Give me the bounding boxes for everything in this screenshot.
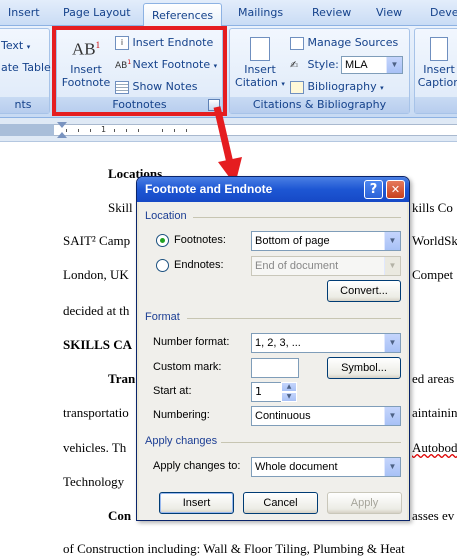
start-at-label: Start at: — [153, 385, 192, 397]
footnotes-label: Footnotes: — [174, 234, 226, 246]
footnote-endnote-dialog: Footnote and Endnote ? ✕ Location Footno… — [136, 176, 410, 521]
numbering-select[interactable]: Continuous ▼ — [251, 406, 401, 426]
update-text-button[interactable]: Text ▾ — [1, 39, 30, 52]
insert-citation-label-1: Insert — [244, 63, 276, 76]
toc-group-label: nts — [0, 97, 49, 113]
spin-up-icon[interactable]: ▲ — [281, 382, 297, 392]
spin-down-icon[interactable]: ▼ — [281, 392, 297, 402]
section-divider — [187, 318, 401, 319]
doc-text: SAIT² Camp — [63, 233, 131, 248]
ruler-margin — [0, 124, 54, 136]
doc-text: Compet — [412, 267, 454, 282]
tab-developer[interactable]: Deve — [430, 6, 457, 26]
tab-page-layout[interactable]: Page Layout — [63, 6, 131, 26]
doc-text: of Construction including: Wall & Floor … — [63, 541, 405, 556]
tab-view[interactable]: View — [376, 6, 402, 26]
red-arrow-icon — [213, 106, 242, 185]
style-picker: ✍ Style: — [290, 58, 339, 71]
chevron-down-icon: ▼ — [384, 458, 400, 476]
endnotes-location-select[interactable]: End of document ▼ — [251, 256, 401, 276]
number-format-select[interactable]: 1, 2, 3, ... ▼ — [251, 333, 401, 353]
symbol-button[interactable]: Symbol... — [327, 357, 401, 379]
apply-to-select[interactable]: Whole document ▼ — [251, 457, 401, 477]
dialog-title-bar[interactable]: Footnote and Endnote ? ✕ — [137, 177, 409, 202]
update-table-button[interactable]: ate Table — [1, 61, 51, 74]
custom-mark-input[interactable] — [251, 358, 299, 378]
apply-changes-section-label: Apply changes — [145, 435, 218, 447]
doc-text: Tran — [108, 371, 136, 386]
insert-caption-label-2: Caption — [417, 76, 457, 89]
hanging-indent-marker[interactable] — [57, 132, 67, 138]
apply-button[interactable]: Apply — [327, 492, 402, 514]
citations-group-label: Citations & Bibliography — [230, 97, 409, 113]
tab-references[interactable]: References — [143, 3, 223, 27]
chevron-down-icon: ▼ — [384, 232, 400, 250]
chevron-down-icon: ▼ — [384, 407, 400, 425]
doc-text: kills Co — [412, 200, 453, 215]
first-line-indent-marker[interactable] — [57, 122, 67, 128]
doc-text: Skill — [108, 200, 133, 215]
tab-review[interactable]: Review — [312, 6, 351, 26]
footnotes-location-select[interactable]: Bottom of page ▼ — [251, 231, 401, 251]
numbering-label: Numbering: — [153, 409, 210, 421]
doc-heading: SKILLS CA — [63, 337, 132, 352]
insert-caption-button[interactable]: Insert Caption — [417, 37, 457, 89]
bibliography-button[interactable]: Bibliography ▾ — [290, 80, 384, 94]
close-button[interactable]: ✕ — [386, 180, 405, 199]
endnotes-radio[interactable] — [156, 259, 169, 272]
doc-text: Technology — [63, 474, 125, 489]
insert-button[interactable]: Insert — [159, 492, 234, 514]
insert-caption-label-1: Insert — [423, 63, 455, 76]
footnotes-radio[interactable] — [156, 234, 169, 247]
manage-sources-icon — [290, 36, 304, 50]
section-divider — [221, 442, 401, 443]
tab-insert[interactable]: Insert — [8, 6, 40, 26]
insert-citation-label-2: Citation ▾ — [235, 76, 285, 89]
doc-text: asses ev — [412, 508, 455, 523]
doc-text: vehicles. Th — [63, 440, 127, 455]
chevron-down-icon: ▼ — [386, 57, 402, 73]
doc-text: aintaining — [412, 405, 457, 420]
convert-button[interactable]: Convert... — [327, 280, 401, 302]
ribbon-tab-bar: Insert Page Layout References Mailings R… — [0, 0, 457, 27]
section-divider — [193, 217, 401, 218]
manage-sources-button[interactable]: Manage Sources — [290, 36, 398, 50]
doc-text: Autobod — [412, 440, 457, 455]
ruler-track[interactable]: 1 — [54, 124, 457, 136]
format-section-label: Format — [145, 311, 180, 323]
insert-caption-icon — [430, 37, 448, 61]
insert-citation-icon — [250, 37, 270, 61]
doc-text: London, UK — [63, 267, 129, 282]
help-button[interactable]: ? — [364, 180, 383, 199]
doc-text: WorldSki — [412, 233, 457, 248]
doc-text: transportatio — [63, 405, 129, 420]
doc-text: Con — [108, 508, 132, 523]
cancel-button[interactable]: Cancel — [243, 492, 318, 514]
insert-citation-button[interactable]: Insert Citation ▾ — [234, 37, 286, 91]
bibliography-icon — [290, 80, 304, 94]
location-section-label: Location — [145, 210, 187, 222]
doc-text: ed areas — [412, 371, 455, 386]
citations-group: Insert Citation ▾ Manage Sources ✍ Style… — [229, 28, 410, 114]
table-of-contents-group: Text ▾ ate Table nts — [0, 28, 51, 114]
custom-mark-label: Custom mark: — [153, 361, 222, 373]
captions-group-label — [415, 97, 457, 113]
captions-group: Insert Caption — [414, 28, 457, 114]
doc-text: decided at th — [63, 303, 130, 318]
number-format-label: Number format: — [153, 336, 230, 348]
footnotes-highlight-box — [52, 26, 227, 116]
tab-mailings[interactable]: Mailings — [238, 6, 283, 26]
start-at-spinner[interactable]: ▲ ▼ — [281, 382, 297, 402]
chevron-down-icon: ▼ — [384, 334, 400, 352]
apply-to-label: Apply changes to: — [153, 460, 241, 472]
style-dropdown[interactable]: MLA ▼ — [341, 56, 403, 74]
ruler-number: 1 — [101, 125, 107, 134]
dialog-title: Footnote and Endnote — [145, 182, 273, 196]
dialog-body: Location Footnotes: Bottom of page ▼ Endn… — [139, 202, 407, 520]
style-icon: ✍ — [290, 59, 299, 71]
endnotes-label: Endnotes: — [174, 259, 224, 271]
chevron-down-icon: ▼ — [384, 257, 400, 275]
